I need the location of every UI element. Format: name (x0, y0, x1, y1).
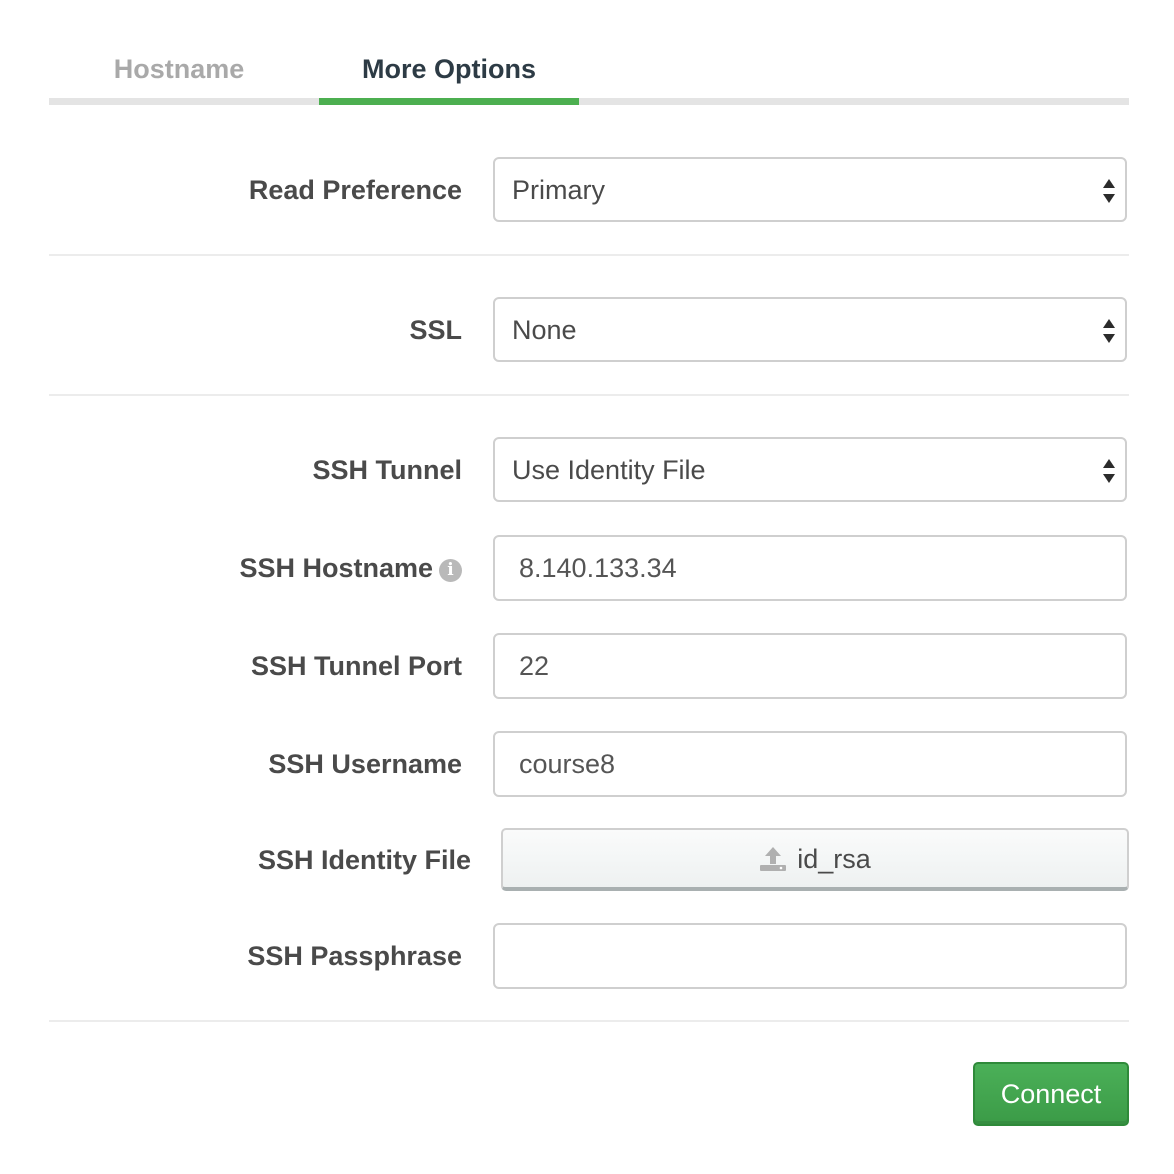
ssh-tunnel-value: Use Identity File (512, 455, 706, 485)
ssh-tunnel-label: SSH Tunnel (312, 455, 462, 485)
ssh-username-input[interactable] (493, 731, 1127, 797)
select-arrows-icon (1103, 179, 1115, 203)
divider (49, 254, 1129, 256)
ssh-tunnel-port-input[interactable] (493, 633, 1127, 699)
select-arrows-icon (1103, 319, 1115, 343)
file-button-content: id_rsa (759, 843, 871, 880)
read-preference-value: Primary (512, 175, 605, 205)
tab-hostname[interactable]: Hostname (49, 52, 309, 105)
divider (49, 394, 1129, 396)
upload-icon (760, 847, 787, 871)
active-tab-indicator (319, 98, 579, 105)
select-arrows-icon (1103, 459, 1115, 483)
ssh-identity-file-button[interactable]: id_rsa (501, 828, 1129, 891)
ssl-select[interactable]: None (493, 297, 1127, 362)
divider (49, 1020, 1129, 1022)
ssh-hostname-input[interactable] (493, 535, 1127, 601)
ssh-hostname-label-group: SSH Hostname i (239, 551, 462, 585)
connect-more-options-panel: Hostname More Options Read Preference Pr… (0, 0, 1174, 1174)
ssh-tunnel-select[interactable]: Use Identity File (493, 437, 1127, 502)
ssh-passphrase-label: SSH Passphrase (247, 941, 462, 971)
ssl-value: None (512, 315, 577, 345)
identity-file-name: id_rsa (797, 844, 871, 874)
ssl-label: SSL (409, 315, 462, 345)
connect-button[interactable]: Connect (973, 1062, 1129, 1126)
ssh-hostname-label: SSH Hostname (239, 553, 433, 583)
tab-more-options-label: More Options (362, 54, 536, 84)
ssh-tunnel-port-label: SSH Tunnel Port (250, 651, 462, 681)
info-icon[interactable]: i (439, 559, 462, 582)
ssh-username-label: SSH Username (268, 749, 462, 779)
ssh-passphrase-input[interactable] (493, 923, 1127, 989)
read-preference-select[interactable]: Primary (493, 157, 1127, 222)
read-preference-label: Read Preference (248, 175, 462, 205)
tab-more-options[interactable]: More Options (319, 52, 579, 105)
ssh-identity-file-label: SSH Identity File (257, 845, 471, 875)
